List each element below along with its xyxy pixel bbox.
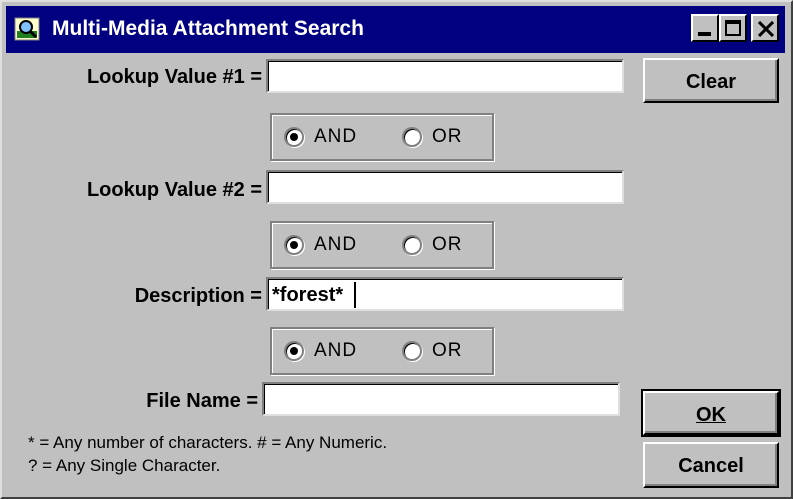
close-button[interactable] (751, 14, 779, 42)
operator-group-3: AND OR (270, 327, 494, 375)
radio-selected-icon (284, 235, 304, 255)
file-name-input[interactable] (262, 382, 620, 416)
minimize-button[interactable] (691, 14, 719, 42)
file-name-label: File Name = (146, 390, 258, 412)
lookup-value-2-input[interactable] (266, 170, 624, 204)
maximize-icon (725, 20, 741, 36)
title-bar[interactable]: Multi-Media Attachment Search (6, 6, 785, 53)
minimize-icon (698, 32, 711, 36)
radio-selected-icon (284, 127, 304, 147)
radio-unselected-icon (402, 341, 422, 361)
close-icon (758, 21, 774, 37)
text-cursor (354, 282, 356, 308)
operator-2-and-option[interactable]: AND (284, 223, 357, 267)
wildcard-help-line-1: * = Any number of characters. # = Any Nu… (28, 433, 388, 452)
magnifier-picture-icon (14, 17, 40, 41)
operator-3-or-option[interactable]: OR (402, 329, 463, 373)
maximize-button[interactable] (719, 14, 747, 42)
wildcard-help-line-2: ? = Any Single Character. (28, 456, 221, 475)
window-title: Multi-Media Attachment Search (52, 17, 364, 40)
operator-2-or-option[interactable]: OR (402, 223, 463, 267)
lookup-value-1-input[interactable] (266, 59, 624, 93)
clear-button[interactable]: Clear (643, 58, 779, 103)
dialog-window: Multi-Media Attachment Search Lookup Val… (0, 0, 793, 499)
operator-group-2: AND OR (270, 221, 494, 269)
ok-button[interactable]: OK (641, 389, 781, 437)
operator-1-or-option[interactable]: OR (402, 115, 463, 159)
radio-unselected-icon (402, 235, 422, 255)
operator-3-and-option[interactable]: AND (284, 329, 357, 373)
lookup-value-1-label: Lookup Value #1 = (86, 66, 262, 88)
lookup-value-2-label: Lookup Value #2 = (86, 179, 262, 201)
description-input[interactable]: *forest* (266, 277, 624, 311)
radio-selected-icon (284, 341, 304, 361)
description-label: Description = (134, 285, 262, 307)
radio-unselected-icon (402, 127, 422, 147)
cancel-button[interactable]: Cancel (643, 442, 779, 488)
operator-1-and-option[interactable]: AND (284, 115, 357, 159)
operator-group-1: AND OR (270, 113, 494, 161)
